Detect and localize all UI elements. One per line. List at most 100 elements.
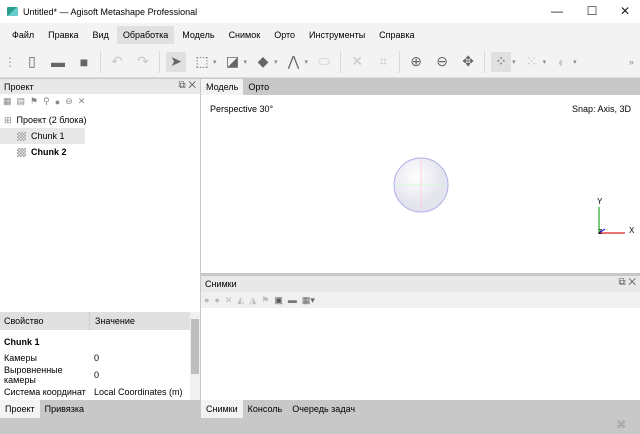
menu-model[interactable]: Модель bbox=[176, 26, 220, 44]
column-value[interactable]: Значение bbox=[90, 316, 135, 326]
chunk-icon bbox=[17, 147, 26, 157]
small-icons-icon[interactable]: ▬ bbox=[288, 295, 297, 305]
menu-tools[interactable]: Инструменты bbox=[303, 26, 371, 44]
chunk-icon bbox=[17, 131, 26, 141]
property-value: 0 bbox=[94, 352, 100, 363]
panel-float-close-icons[interactable]: ⧉ ✕ bbox=[178, 80, 196, 91]
point-cloud-icon[interactable]: ⁘ bbox=[491, 51, 512, 72]
project-panel: Проект ⧉ ✕ ▦ ▤ ⚑ ⚲ ● ⊖ ✕ ⊞ Проект (2 блок… bbox=[0, 79, 200, 418]
toolbar-grip-icon[interactable]: ⋮ bbox=[4, 55, 16, 69]
properties-scrollbar[interactable] bbox=[190, 312, 200, 400]
chevron-down-icon[interactable]: ▾ bbox=[305, 58, 309, 66]
redo-icon[interactable]: ↷ bbox=[133, 52, 153, 72]
property-key: Система координат bbox=[4, 386, 86, 397]
menu-view[interactable]: Вид bbox=[87, 26, 115, 44]
scrollbar-thumb[interactable] bbox=[191, 319, 199, 374]
chevron-down-icon[interactable]: ▾ bbox=[213, 58, 217, 66]
crop-icon[interactable]: ⌗ bbox=[373, 52, 393, 72]
rectangle-selection-icon[interactable]: ⬚ bbox=[192, 52, 212, 72]
project-toolbar: ▦ ▤ ⚑ ⚲ ● ⊖ ✕ bbox=[0, 94, 200, 109]
tree-chunk-1[interactable]: Chunk 1 bbox=[0, 128, 85, 144]
app-logo-icon bbox=[7, 7, 18, 16]
add-marker-icon[interactable]: ⚲ bbox=[43, 96, 50, 107]
eraser-icon[interactable]: ⬭ bbox=[314, 52, 334, 72]
model-viewport[interactable]: Perspective 30° Snap: Axis, 3D Y X Z bbox=[201, 95, 640, 273]
model-shading-icon[interactable]: ◐ bbox=[552, 52, 572, 72]
projection-label: Perspective 30° bbox=[210, 104, 274, 114]
trackball-icon[interactable] bbox=[391, 155, 451, 215]
chevron-down-icon[interactable]: ▾ bbox=[244, 58, 248, 66]
chevron-down-icon[interactable]: ▾ bbox=[274, 58, 278, 66]
tab-project[interactable]: Проект bbox=[0, 400, 40, 418]
photos-panel-header: Снимки ⧉ ✕ bbox=[201, 276, 640, 292]
chevron-down-icon[interactable]: ▾ bbox=[512, 58, 516, 66]
minimize-button[interactable]: — bbox=[549, 4, 565, 18]
separator bbox=[159, 50, 160, 73]
undo-icon[interactable]: ↶ bbox=[107, 52, 127, 72]
panel-title: Проект bbox=[4, 81, 34, 92]
large-icons-icon[interactable]: ▣ bbox=[274, 295, 283, 306]
photos-toolbar: ● ● ✕ ◭ ◮ ⚑ ▣ ▬ ▦▾ bbox=[201, 292, 640, 308]
rotate-object-icon[interactable]: ◆ bbox=[253, 52, 273, 72]
disable-icon[interactable]: ● bbox=[214, 295, 219, 305]
navigation-cursor-icon[interactable]: ➤ bbox=[166, 51, 186, 72]
panel-float-close-icons[interactable]: ⧉ ✕ bbox=[618, 277, 636, 288]
left-tabs: Проект Привязка bbox=[0, 400, 200, 418]
dense-cloud-icon[interactable]: ⁙ bbox=[522, 52, 542, 72]
zoom-out-icon[interactable]: ⊖ bbox=[432, 52, 452, 72]
chevron-down-icon[interactable]: ▾ bbox=[543, 58, 547, 66]
remove-icon[interactable]: ✕ bbox=[78, 96, 86, 107]
property-row: Система координат Local Coordinates (m) bbox=[4, 384, 190, 399]
zoom-in-icon[interactable]: ⊕ bbox=[406, 52, 426, 72]
resize-region-icon[interactable]: ◪ bbox=[223, 52, 243, 72]
project-panel-header: Проект ⧉ ✕ bbox=[0, 79, 200, 94]
tab-jobs[interactable]: Очередь задач bbox=[287, 400, 360, 418]
details-view-icon[interactable]: ▦▾ bbox=[302, 295, 315, 306]
separator bbox=[399, 50, 401, 73]
maximize-button[interactable]: ☐ bbox=[584, 4, 600, 18]
tree-chunk-2[interactable]: Chunk 2 bbox=[0, 144, 200, 160]
disable-icon[interactable]: ⊖ bbox=[65, 96, 73, 107]
toolbar: ⋮ ▯ ▬ ■ ↶ ↷ ➤ ⬚ ▾ ◪ ▾ ◆ ▾ ⋀ ▾ ⬭ ✕ ⌗ ⊕ ⊖ ✥ ⁘ ▾… bbox=[0, 46, 640, 78]
property-value: 0 bbox=[94, 369, 100, 380]
toolbar-overflow-button[interactable]: » bbox=[629, 57, 634, 67]
tree-icon: ⊞ bbox=[4, 114, 12, 125]
tab-reference[interactable]: Привязка bbox=[40, 400, 89, 418]
add-photos-icon[interactable]: ▤ bbox=[17, 96, 26, 107]
remove-icon[interactable]: ✕ bbox=[225, 295, 233, 306]
rotate-left-icon[interactable]: ◭ bbox=[237, 295, 244, 306]
save-icon[interactable]: ■ bbox=[74, 52, 94, 72]
menu-workflow[interactable]: Обработка bbox=[116, 25, 175, 44]
tab-photos[interactable]: Снимки bbox=[201, 400, 243, 418]
add-chunk-icon[interactable]: ▦ bbox=[3, 96, 12, 107]
photos-area[interactable] bbox=[201, 308, 640, 400]
axis-z-label: Z bbox=[598, 229, 603, 236]
delete-icon[interactable]: ✕ bbox=[347, 52, 367, 72]
new-document-icon[interactable]: ▯ bbox=[22, 52, 42, 72]
chevron-down-icon[interactable]: ▾ bbox=[573, 58, 577, 66]
menu-edit[interactable]: Правка bbox=[42, 26, 84, 44]
tree-root[interactable]: ⊞ Проект (2 блока) bbox=[0, 112, 200, 128]
menu-ortho[interactable]: Орто bbox=[268, 26, 301, 44]
tab-ortho[interactable]: Орто bbox=[243, 79, 274, 95]
add-folder-icon[interactable]: ⚑ bbox=[30, 96, 38, 107]
enable-icon[interactable]: ● bbox=[55, 97, 60, 107]
open-folder-icon[interactable]: ▬ bbox=[48, 52, 68, 72]
ruler-icon[interactable]: ⋀ bbox=[284, 52, 304, 72]
menu-bar: Файл Правка Вид Обработка Модель Снимок … bbox=[0, 23, 640, 46]
close-button[interactable]: ✕ bbox=[617, 4, 633, 18]
menu-photo[interactable]: Снимок bbox=[223, 26, 267, 44]
menu-file[interactable]: Файл bbox=[6, 26, 40, 44]
main-area: Модель Орто Perspective 30° Snap: Axis, … bbox=[201, 79, 640, 418]
enable-icon[interactable]: ● bbox=[204, 295, 209, 305]
reset-view-icon[interactable]: ✥ bbox=[458, 52, 478, 72]
column-property[interactable]: Свойство bbox=[0, 312, 90, 330]
tab-console[interactable]: Консоль bbox=[243, 400, 288, 418]
separator bbox=[340, 50, 342, 73]
property-key: Камеры bbox=[4, 352, 37, 363]
menu-help[interactable]: Справка bbox=[373, 26, 420, 44]
tab-model[interactable]: Модель bbox=[201, 79, 244, 95]
reset-filter-icon[interactable]: ⚑ bbox=[261, 295, 269, 306]
chunk-label: Chunk 1 bbox=[31, 131, 65, 141]
rotate-right-icon[interactable]: ◮ bbox=[249, 295, 256, 306]
